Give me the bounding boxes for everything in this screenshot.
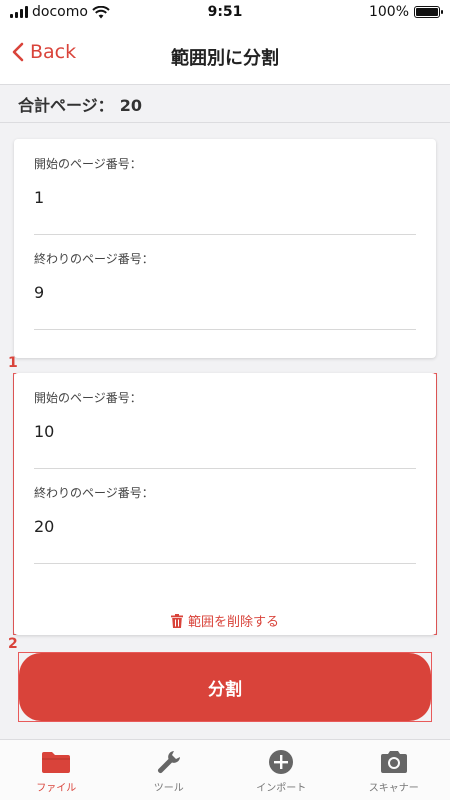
delete-range-label: 範囲を削除する bbox=[187, 615, 279, 630]
input-underline bbox=[34, 563, 416, 564]
status-bar: docomo 9:51 100% bbox=[0, 0, 450, 26]
battery-icon bbox=[414, 6, 443, 18]
wrench-icon bbox=[154, 748, 184, 776]
plus-circle-icon bbox=[266, 748, 296, 776]
folder-icon bbox=[41, 748, 71, 776]
tab-label: インポート bbox=[256, 783, 307, 794]
start-page-input[interactable]: 1 bbox=[34, 188, 44, 207]
end-page-input[interactable]: 20 bbox=[34, 517, 54, 536]
range-card-2: 開始のページ番号： 10 終わりのページ番号： 20 範囲を削除する bbox=[14, 373, 436, 635]
start-page-label: 開始のページ番号： bbox=[34, 157, 142, 171]
split-button[interactable]: 分割 bbox=[19, 653, 431, 721]
total-divider bbox=[0, 122, 450, 123]
end-page-input[interactable]: 9 bbox=[34, 283, 44, 302]
page-title: 範囲別に分割 bbox=[171, 48, 279, 69]
total-pages: 合計ページ： 20 bbox=[18, 92, 142, 116]
input-underline bbox=[34, 234, 416, 235]
camera-icon bbox=[379, 748, 409, 776]
tab-import[interactable]: インポート bbox=[225, 740, 338, 800]
start-page-label: 開始のページ番号： bbox=[34, 391, 142, 405]
tab-label: ツール bbox=[153, 783, 184, 794]
delete-range-button[interactable]: 範囲を削除する bbox=[14, 611, 436, 630]
tab-label: ファイル bbox=[36, 783, 77, 794]
status-right: 100% bbox=[368, 4, 443, 20]
navigation-bar: Back 範囲別に分割 bbox=[0, 26, 450, 84]
tab-label: スキャナー bbox=[368, 783, 419, 794]
annotation-marker-1: 1 bbox=[8, 355, 18, 371]
tab-tools[interactable]: ツール bbox=[113, 740, 226, 800]
tab-bar: ファイル ツール インポート スキャナー bbox=[0, 739, 450, 800]
start-page-input[interactable]: 10 bbox=[34, 422, 54, 441]
nav-divider bbox=[0, 84, 450, 85]
total-pages-value: 20 bbox=[119, 96, 142, 115]
total-pages-label: 合計ページ： bbox=[18, 96, 114, 115]
annotation-marker-2: 2 bbox=[8, 636, 18, 652]
input-underline bbox=[34, 468, 416, 469]
input-underline bbox=[34, 329, 416, 330]
end-page-label: 終わりのページ番号： bbox=[34, 252, 154, 266]
range-card-1: 開始のページ番号： 1 終わりのページ番号： 9 bbox=[14, 139, 436, 358]
tab-scanner[interactable]: スキャナー bbox=[338, 740, 450, 800]
tab-files[interactable]: ファイル bbox=[0, 740, 113, 800]
battery-percent: 100% bbox=[368, 4, 409, 20]
end-page-label: 終わりのページ番号： bbox=[34, 486, 154, 500]
trash-icon bbox=[170, 613, 183, 628]
